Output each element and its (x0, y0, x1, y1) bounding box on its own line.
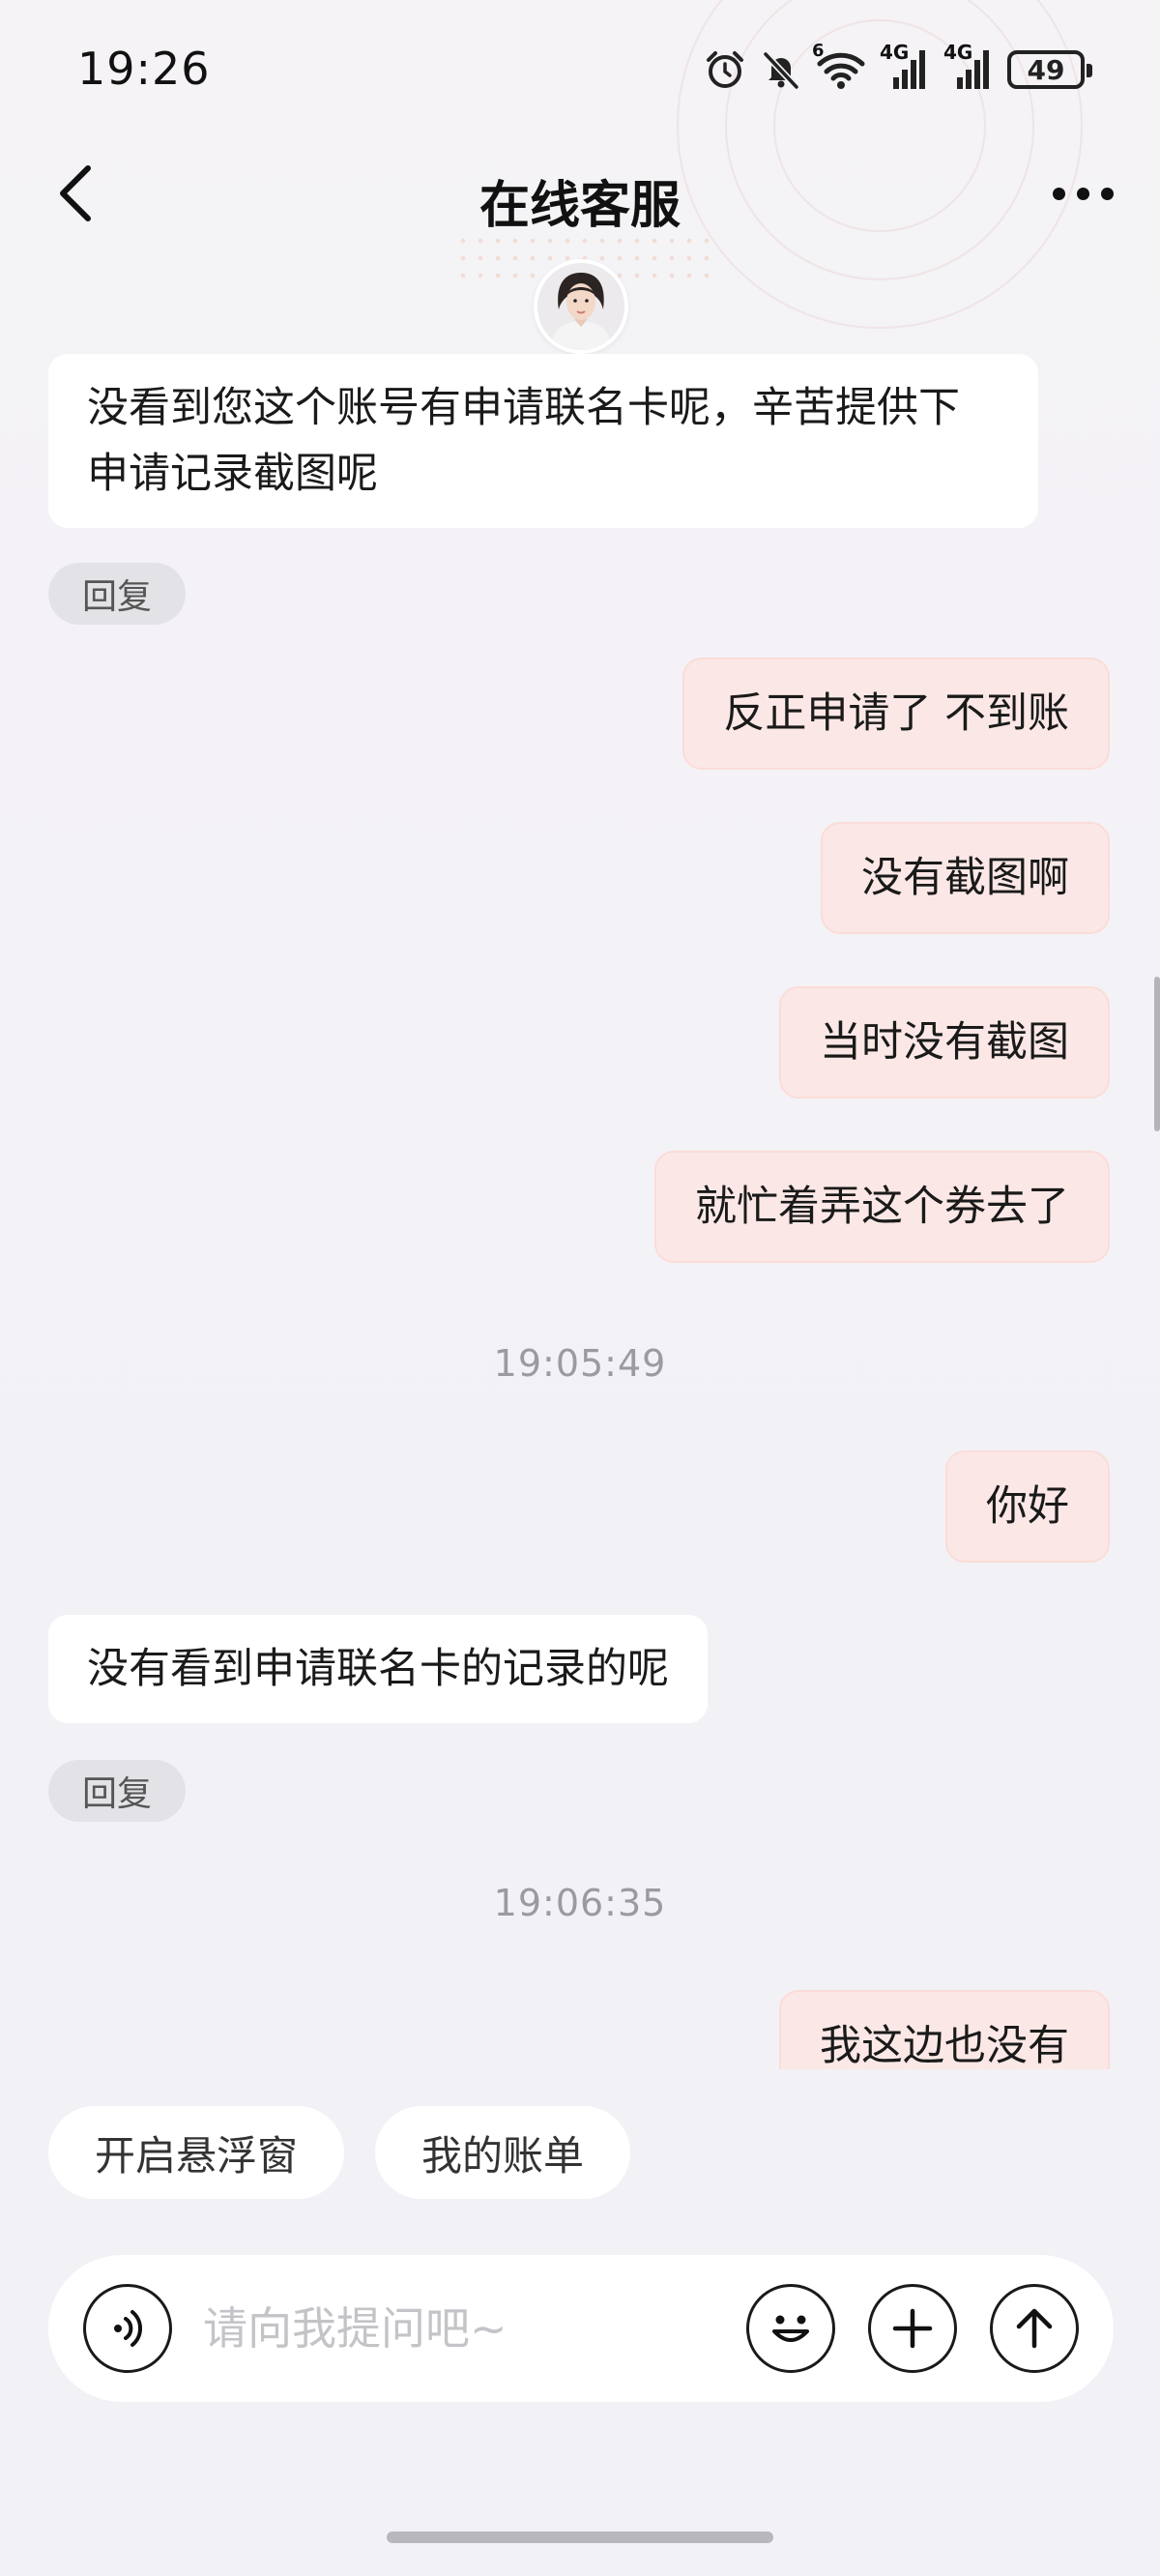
my-bill-button[interactable]: 我的账单 (375, 2106, 631, 2199)
voice-icon (114, 2310, 143, 2347)
voice-input-button[interactable] (83, 2284, 172, 2373)
message-list[interactable]: 没看到您这个账号有申请联名卡呢，辛苦提供下申请记录截图呢 回复 反正申请了 不到… (0, 348, 1160, 2069)
reply-button[interactable]: 回复 (48, 1760, 186, 1822)
battery-level: 49 (1027, 53, 1065, 86)
message-composer (48, 2255, 1114, 2402)
chat-screen: 19:26 6 4G 4G 49 在线客服 没看到您这个账号有申请联名卡呢，辛苦… (0, 0, 1160, 2576)
floating-window-button[interactable]: 开启悬浮窗 (48, 2106, 345, 2199)
add-attachment-button[interactable] (868, 2284, 957, 2373)
plus-icon (892, 2308, 933, 2349)
scrollbar-thumb[interactable] (1154, 977, 1160, 1131)
network-label-2: 4G (943, 41, 973, 64)
user-message: 我这边也没有 (779, 1990, 1110, 2069)
status-icons: 6 4G 4G 49 (704, 41, 1092, 95)
signal-icon-1: 4G (880, 41, 930, 91)
emoji-icon (772, 2315, 809, 2342)
wifi-badge: 6 (812, 41, 825, 61)
message-timestamp: 19:05:49 (493, 1342, 667, 1385)
agent-avatar[interactable] (534, 259, 628, 354)
reply-button[interactable]: 回复 (48, 563, 186, 625)
mute-icon (760, 48, 802, 91)
status-bar: 19:26 6 4G 4G 49 (0, 0, 1160, 145)
user-message: 就忙着弄这个券去了 (654, 1151, 1110, 1263)
quick-actions: 开启悬浮窗 我的账单 (48, 2106, 631, 2199)
more-dot-icon (1076, 187, 1089, 200)
more-dot-icon (1052, 187, 1065, 200)
battery-indicator: 49 (1007, 50, 1092, 89)
wifi-icon: 6 (812, 41, 866, 91)
send-button[interactable] (990, 2284, 1079, 2373)
page-title: 在线客服 (478, 177, 681, 235)
agent-message: 没看到您这个账号有申请联名卡呢，辛苦提供下申请记录截图呢 (48, 354, 1038, 528)
more-options-button[interactable] (1034, 164, 1131, 222)
home-indicator[interactable] (387, 2532, 773, 2543)
agent-avatar-image (537, 263, 624, 350)
signal-icon-2: 4G (943, 41, 994, 91)
message-timestamp: 19:06:35 (493, 1882, 667, 1924)
user-message: 你好 (945, 1450, 1110, 1563)
emoji-button[interactable] (746, 2284, 835, 2373)
user-message: 没有截图啊 (821, 822, 1110, 934)
more-dot-icon (1100, 187, 1114, 200)
user-message: 当时没有截图 (779, 986, 1110, 1098)
header: 在线客服 (0, 145, 1160, 242)
message-input[interactable] (203, 2290, 764, 2367)
user-message: 反正申请了 不到账 (682, 658, 1110, 770)
agent-message: 没有看到申请联名卡的记录的呢 (48, 1615, 708, 1723)
network-label-1: 4G (880, 41, 910, 64)
status-time: 19:26 (77, 43, 211, 95)
alarm-icon (704, 48, 746, 91)
arrow-up-icon (1016, 2308, 1053, 2349)
